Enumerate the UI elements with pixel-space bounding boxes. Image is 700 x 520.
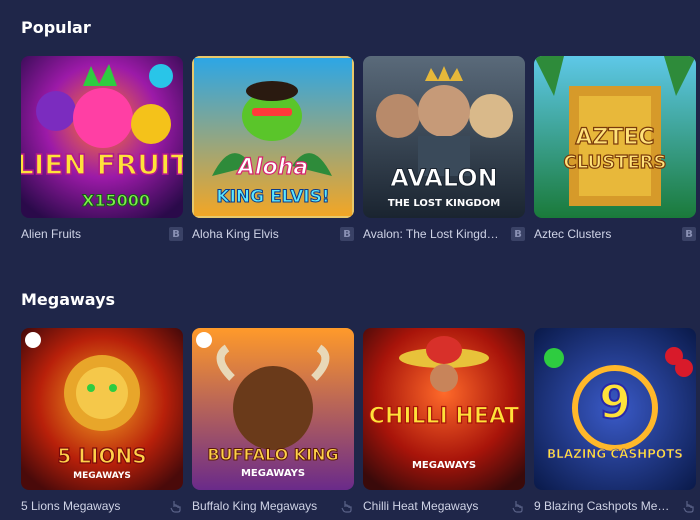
art-title: Aloha — [236, 155, 308, 180]
game-thumbnail[interactable]: BUFFALO KING MEGAWAYS — [192, 328, 354, 490]
game-name[interactable]: Avalon: The Lost Kingdom — [363, 227, 501, 241]
game-card-buffalo-king-megaways[interactable]: BUFFALO KING MEGAWAYS Buffalo King Megaw… — [192, 328, 354, 516]
game-card-chilli-heat-megaways[interactable]: CHILLI HEAT MEGAWAYS Chilli Heat Megaway… — [363, 328, 525, 516]
game-name[interactable]: Aztec Clusters — [534, 227, 611, 241]
game-thumbnail[interactable]: Aloha KING ELVIS! — [192, 56, 354, 218]
hand-pointer-icon — [682, 499, 696, 513]
chilli-heat-artwork: CHILLI HEAT MEGAWAYS — [363, 328, 525, 490]
game-card-alien-fruits[interactable]: ALIEN FRUITS X15000 Alien Fruits B — [21, 56, 183, 244]
5-lions-artwork: 5 LIONS MEGAWAYS — [21, 328, 183, 490]
art-title: 9 — [599, 375, 631, 429]
game-name[interactable]: Chilli Heat Megaways — [363, 499, 478, 513]
game-thumbnail[interactable]: ALIEN FRUITS X15000 — [21, 56, 183, 218]
popular-games-row: ALIEN FRUITS X15000 Alien Fruits B Aloha… — [21, 56, 696, 244]
aztec-clusters-artwork: AZTEC CLUSTERS — [534, 56, 696, 218]
9-blazing-cashpots-artwork: 9 BLAZING CASHPOTS — [534, 328, 696, 490]
game-thumbnail[interactable]: CHILLI HEAT MEGAWAYS — [363, 328, 525, 490]
game-thumbnail[interactable]: AVALON THE LOST KINGDOM — [363, 56, 525, 218]
art-subtitle: CLUSTERS — [563, 152, 666, 173]
provider-badge: B — [682, 227, 696, 241]
art-subtitle: MEGAWAYS — [73, 471, 131, 481]
game-name[interactable]: 5 Lions Megaways — [21, 499, 120, 513]
game-name[interactable]: 9 Blazing Cashpots Megaways — [534, 499, 672, 513]
hand-pointer-icon — [340, 499, 354, 513]
provider-badge: B — [169, 227, 183, 241]
art-subtitle: KING ELVIS! — [216, 187, 329, 207]
game-card-aloha-king-elvis[interactable]: Aloha KING ELVIS! Aloha King Elvis B — [192, 56, 354, 244]
art-subtitle: MEGAWAYS — [412, 460, 476, 471]
art-subtitle: THE LOST KINGDOM — [388, 198, 500, 209]
game-card-5-lions-megaways[interactable]: 5 LIONS MEGAWAYS 5 Lions Megaways — [21, 328, 183, 516]
avalon-artwork: AVALON THE LOST KINGDOM — [363, 56, 525, 218]
game-name[interactable]: Buffalo King Megaways — [192, 499, 317, 513]
provider-badge: B — [340, 227, 354, 241]
game-card-aztec-clusters[interactable]: AZTEC CLUSTERS Aztec Clusters B — [534, 56, 696, 244]
game-thumbnail[interactable]: AZTEC CLUSTERS — [534, 56, 696, 218]
art-title: 5 LIONS — [57, 444, 146, 468]
art-title: CHILLI HEAT — [369, 404, 519, 429]
game-card-9-blazing-cashpots-megaways[interactable]: 9 BLAZING CASHPOTS 9 Blazing Cashpots Me… — [534, 328, 696, 516]
game-name[interactable]: Alien Fruits — [21, 227, 81, 241]
hand-pointer-icon — [511, 499, 525, 513]
art-subtitle: BLAZING CASHPOTS — [547, 447, 683, 461]
art-subtitle: MEGAWAYS — [241, 468, 305, 479]
buffalo-king-artwork: BUFFALO KING MEGAWAYS — [192, 328, 354, 490]
game-name[interactable]: Aloha King Elvis — [192, 227, 279, 241]
art-title: AZTEC — [575, 125, 654, 150]
game-card-avalon[interactable]: AVALON THE LOST KINGDOM Avalon: The Lost… — [363, 56, 525, 244]
aloha-king-elvis-artwork: Aloha KING ELVIS! — [192, 56, 354, 218]
game-thumbnail[interactable]: 9 BLAZING CASHPOTS — [534, 328, 696, 490]
art-title: ALIEN FRUITS — [21, 148, 183, 181]
art-title: AVALON — [390, 164, 497, 192]
section-title-popular: Popular — [21, 18, 91, 37]
art-subtitle: X15000 — [82, 191, 150, 210]
game-thumbnail[interactable]: 5 LIONS MEGAWAYS — [21, 328, 183, 490]
section-title-megaways: Megaways — [21, 290, 116, 309]
hand-pointer-icon — [169, 499, 183, 513]
provider-badge: B — [511, 227, 525, 241]
alien-fruits-artwork: ALIEN FRUITS X15000 — [21, 56, 183, 218]
art-title: BUFFALO KING — [207, 445, 338, 464]
megaways-games-row: 5 LIONS MEGAWAYS 5 Lions Megaways BUFFAL… — [21, 328, 696, 516]
